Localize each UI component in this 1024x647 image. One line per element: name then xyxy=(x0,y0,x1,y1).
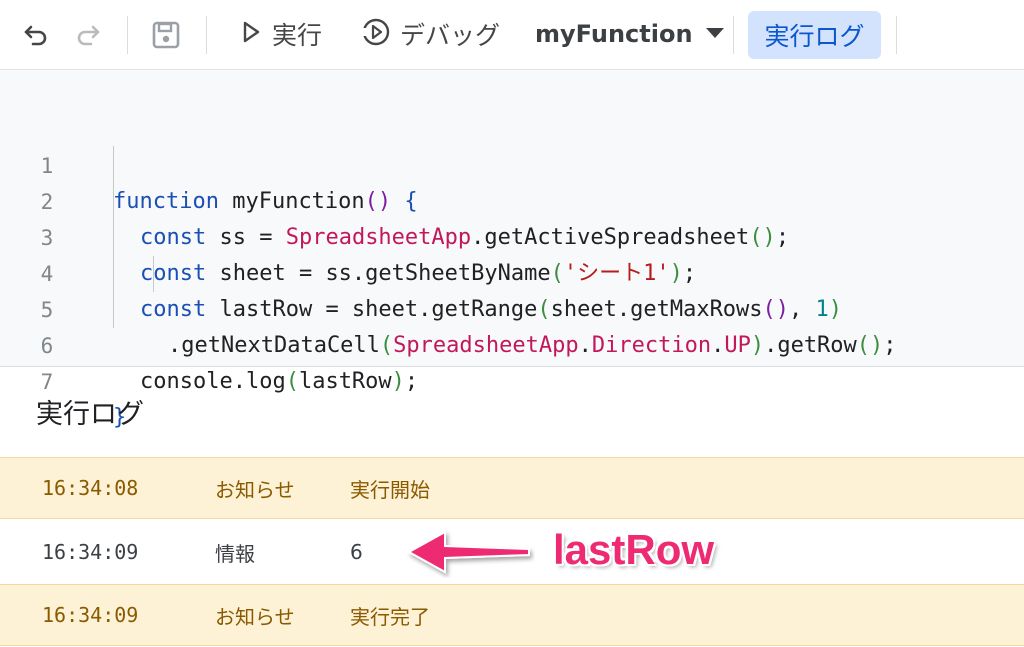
code-line: 4 const lastRow = sheet.getRange(sheet.g… xyxy=(0,220,1024,322)
undo-icon[interactable] xyxy=(22,21,50,49)
toolbar-divider xyxy=(896,16,897,54)
code-text: console.log(lastRow); xyxy=(140,369,419,394)
debug-button[interactable]: デバッグ xyxy=(360,16,500,52)
log-time: 16:34:09 xyxy=(42,540,139,564)
code-line: 7 } xyxy=(0,328,1024,430)
redo-icon[interactable] xyxy=(74,21,102,49)
debug-icon xyxy=(360,16,392,52)
annotation-label: lastRow xyxy=(553,526,715,573)
log-panel-title: 実行ログ xyxy=(36,399,144,430)
log-time: 16:34:08 xyxy=(42,476,139,500)
code-line: 2 const ss = SpreadsheetApp.getActiveSpr… xyxy=(0,148,1024,250)
debug-label: デバッグ xyxy=(400,21,501,50)
code-line: 1 function myFunction() { xyxy=(0,112,1024,214)
code-line: 6 console.log(lastRow); xyxy=(0,292,1024,394)
log-message: 実行完了 xyxy=(350,604,430,629)
toolbar: 実行 デバッグ myFunction 実行ログ xyxy=(0,0,1024,70)
code-line: 3 const sheet = ss.getSheetByName('シート1'… xyxy=(0,184,1024,286)
run-button[interactable]: 実行 xyxy=(240,16,322,52)
play-icon xyxy=(240,19,262,49)
log-message: 6 xyxy=(350,540,363,564)
toolbar-divider xyxy=(733,16,734,54)
log-type: お知らせ xyxy=(215,477,295,502)
save-icon[interactable] xyxy=(151,20,181,50)
function-select[interactable]: myFunction xyxy=(535,20,725,48)
log-time: 16:34:09 xyxy=(42,603,139,627)
function-select-value: myFunction xyxy=(535,20,693,48)
code-editor[interactable]: 1 function myFunction() { 2 const ss = S… xyxy=(0,71,1024,430)
annotation-arrow-icon xyxy=(405,528,535,582)
log-type: 情報 xyxy=(215,541,255,566)
toolbar-divider xyxy=(206,16,207,54)
dropdown-arrow-icon xyxy=(705,25,725,44)
execution-log-button[interactable]: 実行ログ xyxy=(748,11,881,59)
run-label: 実行 xyxy=(272,21,323,50)
toolbar-divider xyxy=(127,16,128,54)
log-type: お知らせ xyxy=(215,604,295,629)
code-line: 5 .getNextDataCell(SpreadsheetApp.Direct… xyxy=(0,256,1024,358)
log-row: 16:34:08 お知らせ 実行開始 xyxy=(0,457,1024,519)
log-message: 実行開始 xyxy=(350,477,430,502)
log-row: 16:34:09 お知らせ 実行完了 xyxy=(0,584,1024,646)
